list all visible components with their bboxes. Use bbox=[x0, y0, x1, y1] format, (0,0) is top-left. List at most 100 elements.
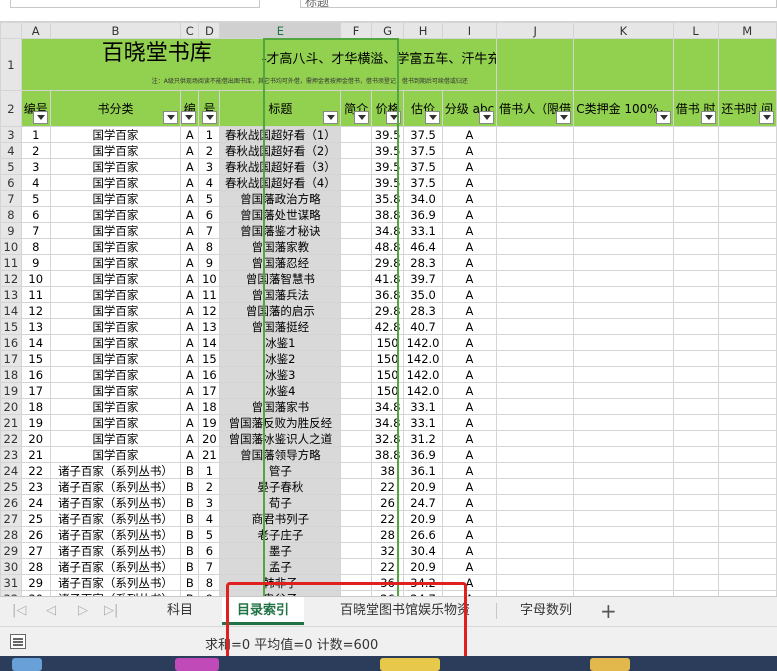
cell-estimate[interactable]: 28.3 bbox=[403, 254, 443, 271]
cell-number[interactable]: 18 bbox=[20, 398, 51, 415]
cell-class[interactable]: A bbox=[180, 398, 200, 415]
tab-library-supplies[interactable]: 百晓堂图书馆娱乐物资 bbox=[320, 597, 490, 625]
cell-intro[interactable] bbox=[340, 430, 372, 447]
column-header[interactable]: L bbox=[672, 22, 719, 39]
cell-estimate[interactable]: 30.4 bbox=[403, 542, 443, 559]
cell-estimate[interactable]: 37.5 bbox=[403, 142, 443, 159]
cell[interactable] bbox=[573, 238, 674, 255]
cell-class[interactable]: A bbox=[180, 174, 200, 191]
row-number[interactable]: 27 bbox=[0, 510, 22, 527]
cell[interactable] bbox=[672, 558, 719, 575]
cell[interactable] bbox=[717, 142, 777, 159]
header-cell[interactable]: 估价 bbox=[403, 90, 443, 127]
cell[interactable] bbox=[717, 526, 777, 543]
cell-index[interactable]: 20 bbox=[198, 430, 221, 447]
cell-price[interactable]: 22 bbox=[370, 510, 405, 527]
row-number[interactable]: 19 bbox=[0, 382, 22, 399]
filter-dropdown-icon[interactable] bbox=[759, 111, 774, 124]
cell[interactable] bbox=[496, 510, 575, 527]
cell[interactable] bbox=[496, 302, 575, 319]
row-number[interactable]: 18 bbox=[0, 366, 22, 383]
cell[interactable] bbox=[496, 142, 575, 159]
cell[interactable] bbox=[573, 462, 674, 479]
cell-index[interactable]: 2 bbox=[198, 478, 221, 495]
cell-title[interactable]: 春秋战国超好看（1） bbox=[219, 126, 342, 143]
cell-class[interactable]: A bbox=[180, 286, 200, 303]
cell[interactable] bbox=[717, 350, 777, 367]
cell-grade[interactable]: A bbox=[441, 222, 498, 239]
cell[interactable] bbox=[573, 558, 674, 575]
cell[interactable] bbox=[573, 286, 674, 303]
row-number[interactable]: 20 bbox=[0, 398, 22, 415]
cell-number[interactable]: 24 bbox=[20, 494, 51, 511]
cell-number[interactable]: 2 bbox=[20, 142, 51, 159]
cell-grade[interactable]: A bbox=[441, 238, 498, 255]
cell-intro[interactable] bbox=[340, 302, 372, 319]
cell-intro[interactable] bbox=[340, 574, 372, 591]
cell-category[interactable]: 国学百家 bbox=[49, 334, 182, 351]
header-cell[interactable]: 标题 bbox=[219, 90, 342, 127]
cell[interactable] bbox=[496, 446, 575, 463]
row-number[interactable]: 7 bbox=[0, 190, 22, 207]
cell[interactable] bbox=[672, 190, 719, 207]
cell-price[interactable]: 28 bbox=[370, 526, 405, 543]
taskbar-folder-icon[interactable] bbox=[590, 658, 630, 671]
cell-title[interactable]: 曾国藩政治方略 bbox=[219, 190, 342, 207]
cell[interactable] bbox=[672, 414, 719, 431]
cell-category[interactable]: 国学百家 bbox=[49, 446, 182, 463]
cell-number[interactable]: 6 bbox=[20, 206, 51, 223]
row-number[interactable]: 28 bbox=[0, 526, 22, 543]
cell-intro[interactable] bbox=[340, 478, 372, 495]
cell[interactable] bbox=[717, 126, 777, 143]
cell[interactable] bbox=[573, 254, 674, 271]
cell-class[interactable]: A bbox=[180, 430, 200, 447]
cell[interactable] bbox=[717, 446, 777, 463]
cell-price[interactable]: 32 bbox=[370, 542, 405, 559]
cell-title[interactable]: 春秋战国超好看（3） bbox=[219, 158, 342, 175]
column-header[interactable]: M bbox=[717, 22, 777, 39]
cell-price[interactable]: 29.8 bbox=[370, 254, 405, 271]
cell-price[interactable]: 26 bbox=[370, 494, 405, 511]
cell-index[interactable]: 11 bbox=[198, 286, 221, 303]
cell-index[interactable]: 18 bbox=[198, 398, 221, 415]
cell[interactable] bbox=[672, 318, 719, 335]
cell[interactable] bbox=[496, 430, 575, 447]
cell[interactable] bbox=[573, 126, 674, 143]
row-number[interactable]: 16 bbox=[0, 334, 22, 351]
cell-category[interactable]: 诸子百家（系列丛书） bbox=[49, 574, 182, 591]
cell[interactable] bbox=[672, 158, 719, 175]
cell[interactable] bbox=[672, 574, 719, 591]
cell-class[interactable]: A bbox=[180, 382, 200, 399]
cell-price[interactable]: 41.8 bbox=[370, 270, 405, 287]
cell[interactable] bbox=[496, 158, 575, 175]
cell-index[interactable]: 5 bbox=[198, 526, 221, 543]
cell-grade[interactable]: A bbox=[441, 382, 498, 399]
column-header[interactable]: E bbox=[219, 22, 342, 39]
cell-title[interactable]: 曾国藩反败为胜反经 bbox=[219, 414, 342, 431]
cell[interactable] bbox=[573, 574, 674, 591]
cell-grade[interactable]: A bbox=[441, 542, 498, 559]
cell-intro[interactable] bbox=[340, 190, 372, 207]
cell-title[interactable]: 孟子 bbox=[219, 558, 342, 575]
cell[interactable] bbox=[573, 398, 674, 415]
cell[interactable] bbox=[672, 254, 719, 271]
cell[interactable] bbox=[573, 366, 674, 383]
row-number[interactable]: 10 bbox=[0, 238, 22, 255]
filter-dropdown-icon[interactable] bbox=[479, 111, 495, 124]
cell-grade[interactable]: A bbox=[441, 350, 498, 367]
cell-intro[interactable] bbox=[340, 526, 372, 543]
cell[interactable] bbox=[496, 478, 575, 495]
row-number[interactable]: 22 bbox=[0, 430, 22, 447]
cell-number[interactable]: 3 bbox=[20, 158, 51, 175]
cell[interactable] bbox=[717, 398, 777, 415]
cell-category[interactable]: 诸子百家（系列丛书） bbox=[49, 526, 182, 543]
cell[interactable] bbox=[496, 222, 575, 239]
cell-intro[interactable] bbox=[340, 206, 372, 223]
row-number[interactable]: 23 bbox=[0, 446, 22, 463]
cell[interactable] bbox=[717, 542, 777, 559]
cell-index[interactable]: 19 bbox=[198, 414, 221, 431]
taskbar-app-icon[interactable] bbox=[175, 658, 219, 671]
cell[interactable] bbox=[496, 318, 575, 335]
cell-price[interactable]: 39.5 bbox=[370, 174, 405, 191]
cell-class[interactable]: B bbox=[180, 510, 200, 527]
